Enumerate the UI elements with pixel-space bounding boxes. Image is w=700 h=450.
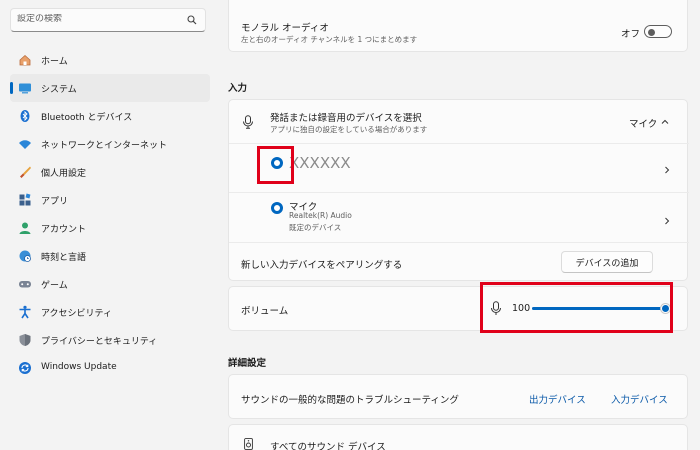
update-icon <box>18 361 32 375</box>
sidebar-item-label: ゲーム <box>41 281 68 291</box>
advanced-section-heading: 詳細設定 <box>228 358 267 369</box>
highlight-box-device <box>257 146 294 184</box>
search-box[interactable] <box>10 8 206 32</box>
add-device-button[interactable]: デバイスの追加 <box>561 251 653 273</box>
input-section-heading: 入力 <box>228 83 248 94</box>
device-row-2[interactable]: マイク Realtek(R) Audio 既定のデバイス <box>229 193 687 242</box>
gamepad-icon <box>18 277 32 291</box>
choose-input-device-row[interactable]: 発話または録音用のデバイスを選択 アプリに独自の設定をしている場合があります マ… <box>229 100 687 143</box>
sidebar-item-windows-update[interactable]: Windows Update <box>10 354 210 382</box>
sidebar-item-system[interactable]: システム <box>10 74 210 102</box>
sidebar-item-label: Windows Update <box>41 362 117 372</box>
chevron-up-icon[interactable] <box>661 118 669 126</box>
accessibility-icon <box>18 305 32 319</box>
sidebar-item-label: アクセシビリティ <box>41 309 113 319</box>
clock-globe-icon <box>18 249 32 263</box>
pair-device-row: 新しい入力デバイスをペアリングする デバイスの追加 <box>229 243 687 281</box>
mono-audio-desc: 左と右のオーディオ チャンネルを 1 つにまとめます <box>241 35 418 44</box>
main-content: モノラル オーディオ 左と右のオーディオ チャンネルを 1 つにまとめます オフ… <box>228 0 689 450</box>
account-icon <box>18 221 32 235</box>
mono-audio-card: モノラル オーディオ 左と右のオーディオ チャンネルを 1 つにまとめます オフ <box>228 0 688 52</box>
search-icon <box>187 15 197 25</box>
sidebar-item-label: ホーム <box>41 57 68 67</box>
all-sound-devices-title: すべてのサウンド デバイス <box>270 442 386 450</box>
sidebar-item-label: Bluetooth とデバイス <box>41 113 133 123</box>
input-devices-card: 発話または録音用のデバイスを選択 アプリに独自の設定をしている場合があります マ… <box>228 99 689 281</box>
home-icon <box>18 53 32 67</box>
troubleshoot-input-link[interactable]: 入力デバイス <box>611 392 668 406</box>
volume-title: ボリューム <box>241 306 289 317</box>
system-icon <box>18 81 32 95</box>
wifi-icon <box>18 137 32 151</box>
device-2-default-note: 既定のデバイス <box>289 223 342 232</box>
sidebar-item-bluetooth[interactable]: Bluetooth とデバイス <box>10 102 210 130</box>
sidebar-item-label: アカウント <box>41 225 87 235</box>
pair-device-title: 新しい入力デバイスをペアリングする <box>241 260 403 271</box>
sidebar-item-gaming[interactable]: ゲーム <box>10 270 210 298</box>
sidebar-nav: ホーム システム Bluetooth とデバイス ネットワークとインターネット … <box>10 46 210 382</box>
troubleshoot-card: サウンドの一般的な問題のトラブルシューティング 出力デバイス 入力デバイス <box>228 374 688 419</box>
chevron-right-icon[interactable] <box>663 217 671 225</box>
sidebar-item-home[interactable]: ホーム <box>10 46 210 74</box>
apps-icon <box>18 193 32 207</box>
selected-device-label: マイク <box>629 119 658 130</box>
highlight-box-volume <box>480 282 673 333</box>
sidebar-item-label: システム <box>41 85 77 95</box>
search-input[interactable] <box>17 14 177 24</box>
sidebar-item-time-language[interactable]: 時刻と言語 <box>10 242 210 270</box>
shield-icon <box>18 333 32 347</box>
sidebar-item-apps[interactable]: アプリ <box>10 186 210 214</box>
device-2-radio[interactable] <box>271 202 283 214</box>
sidebar-item-personalization[interactable]: 個人用設定 <box>10 158 210 186</box>
sidebar-item-accessibility[interactable]: アクセシビリティ <box>10 298 210 326</box>
choose-device-desc: アプリに独自の設定をしている場合があります <box>270 125 428 134</box>
mono-audio-state: オフ <box>621 29 641 40</box>
sidebar-item-label: ネットワークとインターネット <box>41 141 168 151</box>
sidebar-item-label: 個人用設定 <box>41 169 87 179</box>
sidebar-item-privacy[interactable]: プライバシーとセキュリティ <box>10 326 210 354</box>
mono-audio-toggle[interactable] <box>644 25 672 38</box>
device-2-driver: Realtek(R) Audio <box>289 211 352 220</box>
chevron-right-icon[interactable] <box>663 166 671 174</box>
troubleshoot-title: サウンドの一般的な問題のトラブルシューティング <box>241 395 459 406</box>
device-row-1[interactable]: XXXXXX <box>229 144 687 192</box>
sidebar: ホーム システム Bluetooth とデバイス ネットワークとインターネット … <box>0 0 218 450</box>
sidebar-item-network[interactable]: ネットワークとインターネット <box>10 130 210 158</box>
device-1-name: XXXXXX <box>289 154 351 172</box>
sidebar-item-label: アプリ <box>41 197 69 207</box>
troubleshoot-output-link[interactable]: 出力デバイス <box>529 392 586 406</box>
all-sound-devices-card[interactable]: すべてのサウンド デバイス <box>228 424 688 450</box>
brush-icon <box>18 165 32 179</box>
microphone-icon <box>243 115 253 129</box>
sidebar-item-accounts[interactable]: アカウント <box>10 214 210 242</box>
sidebar-item-label: 時刻と言語 <box>41 253 87 263</box>
bluetooth-icon <box>18 109 32 123</box>
sidebar-item-label: プライバシーとセキュリティ <box>41 337 158 347</box>
speaker-icon <box>244 438 253 450</box>
mono-audio-title: モノラル オーディオ <box>241 23 329 34</box>
choose-device-title: 発話または録音用のデバイスを選択 <box>270 113 422 124</box>
